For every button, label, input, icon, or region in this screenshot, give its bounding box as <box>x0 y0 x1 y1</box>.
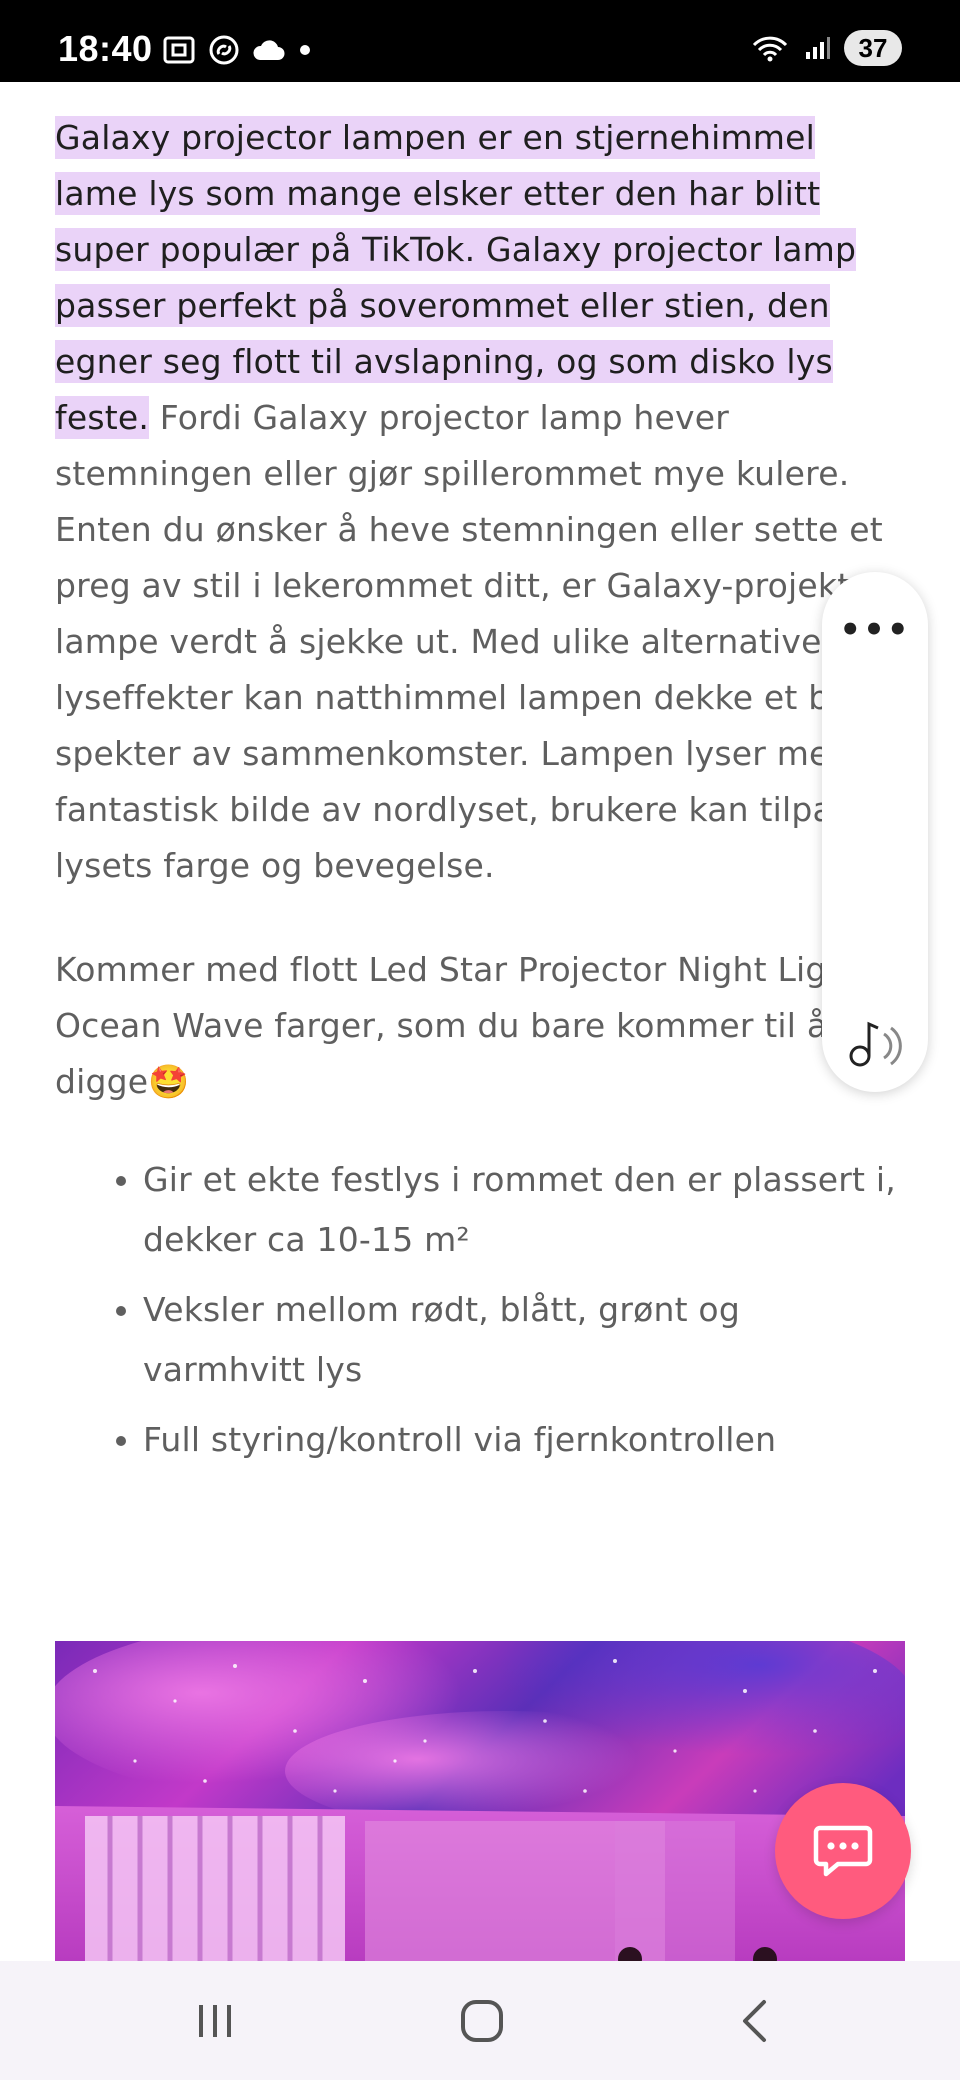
wifi-icon <box>752 36 788 62</box>
article-content: Galaxy projector lampen er en stjernehim… <box>55 110 905 1480</box>
chat-bubble-icon <box>813 1825 873 1877</box>
second-paragraph: Kommer med flott Led Star Projector Nigh… <box>55 942 905 1110</box>
back-icon <box>743 1999 766 2042</box>
battery-indicator: 37 <box>844 30 902 66</box>
back-button[interactable] <box>684 1961 824 2080</box>
text-to-speech-icon[interactable] <box>844 1012 908 1072</box>
feature-list: Gir et ekte festlys i rommet den er plas… <box>55 1150 905 1470</box>
intro-text: Fordi Galaxy projector lamp hever stemni… <box>55 398 898 885</box>
home-icon <box>461 1999 503 2042</box>
shazam-icon <box>209 35 239 65</box>
status-bar: 18:40 37 <box>0 0 960 82</box>
highlighted-text[interactable]: Galaxy projector lampen er en stjernehim… <box>55 116 857 439</box>
status-icons-left <box>162 34 312 66</box>
galaxy-room-image <box>55 1641 905 1961</box>
screenshot-icon <box>163 36 195 64</box>
chat-button[interactable] <box>775 1783 911 1919</box>
product-image[interactable] <box>55 1641 905 1961</box>
signal-icon <box>806 37 830 59</box>
status-time: 18:40 <box>58 28 153 69</box>
cloud-icon <box>253 40 285 60</box>
home-button[interactable] <box>412 1961 552 2080</box>
feature-item: Gir et ekte festlys i rommet den er plas… <box>143 1150 905 1270</box>
recent-apps-icon <box>199 2004 231 2037</box>
status-icons-right: 37 <box>750 30 902 66</box>
star-eyes-emoji: 🤩 <box>148 1062 190 1101</box>
floating-side-panel: ••• <box>822 572 928 1092</box>
navigation-bar <box>0 1961 960 2080</box>
intro-paragraph: Galaxy projector lampen er en stjernehim… <box>55 110 905 894</box>
recent-apps-button[interactable] <box>145 1961 285 2080</box>
more-options-button[interactable]: ••• <box>822 610 928 650</box>
feature-item: Full styring/kontroll via fjernkontrolle… <box>143 1410 905 1470</box>
feature-item: Veksler mellom rødt, blått, grønt og var… <box>143 1280 905 1400</box>
notification-dot-icon <box>300 45 310 55</box>
